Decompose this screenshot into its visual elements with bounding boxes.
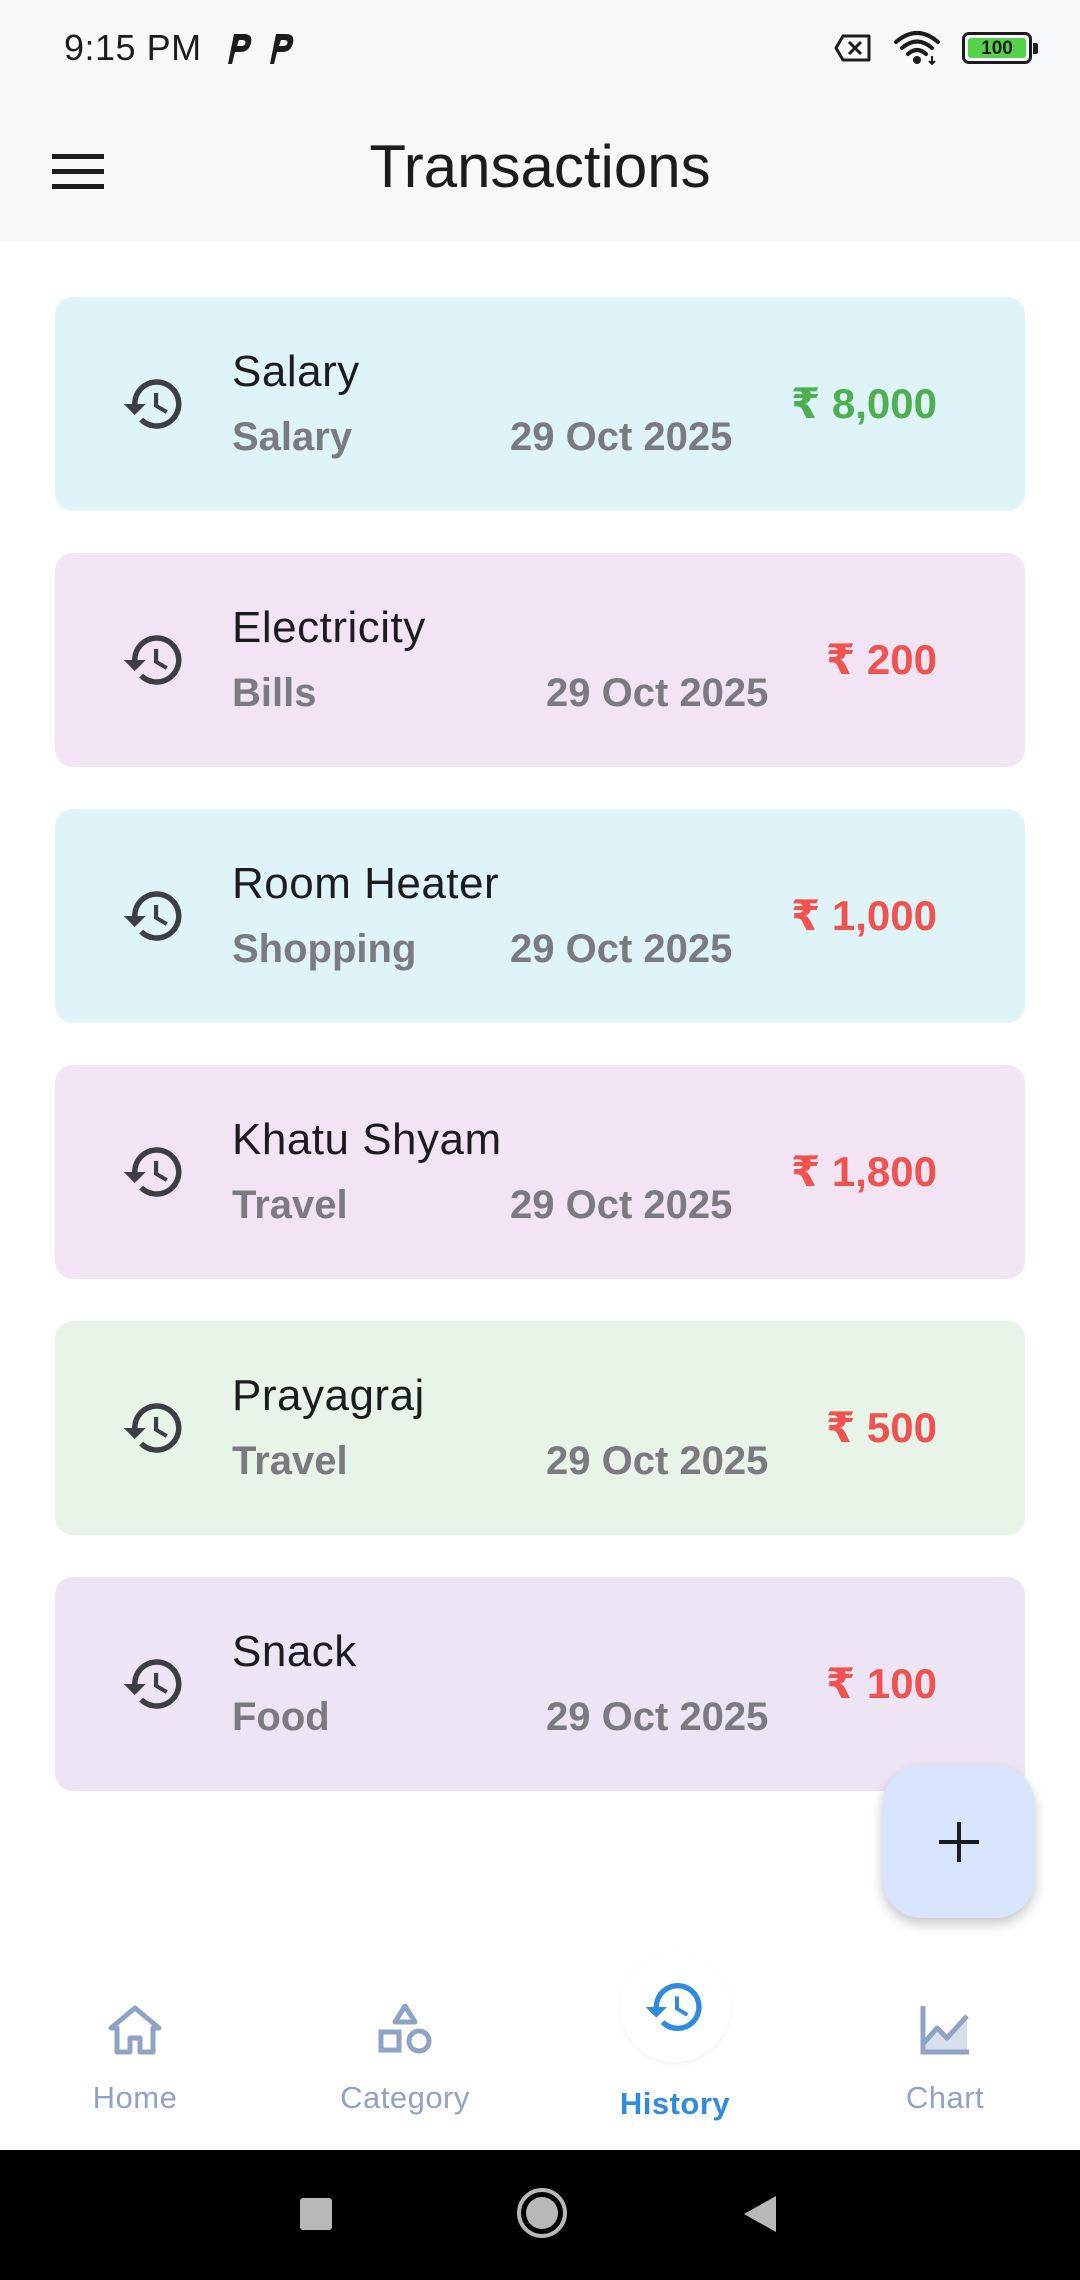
- transaction-category: Shopping: [232, 927, 417, 971]
- transaction-title: Snack: [232, 1627, 357, 1676]
- battery-level: 100: [968, 38, 1026, 58]
- history-icon: [123, 635, 182, 685]
- nav-category[interactable]: Category: [305, 1962, 505, 2150]
- transaction-amount: ₹ 200: [826, 636, 937, 683]
- transaction-card[interactable]: Room Heater Shopping 29 Oct 2025 ₹ 1,000: [55, 809, 1025, 1023]
- p-app-icon: [227, 34, 251, 64]
- nav-chart[interactable]: Chart: [845, 1962, 1045, 2150]
- status-bar: 9:15 PM 100: [0, 0, 1080, 96]
- p-app-icon: [269, 34, 293, 64]
- add-transaction-button[interactable]: [882, 1765, 1035, 1918]
- transaction-list: Salary Salary 29 Oct 2025 ₹ 8,000 Electr…: [55, 297, 1025, 1833]
- history-icon: [123, 1147, 182, 1197]
- history-icon: [123, 891, 182, 941]
- transaction-date: 29 Oct 2025: [510, 1183, 733, 1227]
- nav-category-label: Category: [340, 2080, 470, 2115]
- history-icon: [123, 1403, 182, 1453]
- transaction-card[interactable]: Prayagraj Travel 29 Oct 2025 ₹ 500: [55, 1321, 1025, 1535]
- transaction-amount: ₹ 500: [826, 1404, 937, 1451]
- nav-chart-label: Chart: [905, 2080, 985, 2115]
- transaction-category: Food: [232, 1695, 330, 1739]
- shapes-icon: [378, 2003, 432, 2054]
- transaction-card[interactable]: Salary Salary 29 Oct 2025 ₹ 8,000: [55, 297, 1025, 511]
- transaction-card[interactable]: Khatu Shyam Travel 29 Oct 2025 ₹ 1,800: [55, 1065, 1025, 1279]
- sim-off-icon: [834, 34, 871, 62]
- wifi-icon: [894, 31, 940, 66]
- plus-icon: [938, 1821, 979, 1862]
- nav-history-label: History: [619, 2086, 731, 2121]
- transaction-date: 29 Oct 2025: [546, 671, 769, 715]
- transaction-date: 29 Oct 2025: [546, 1695, 769, 1739]
- transaction-title: Salary: [232, 347, 360, 396]
- transaction-title: Electricity: [232, 603, 426, 652]
- back-button[interactable]: [742, 2194, 778, 2234]
- transaction-category: Bills: [232, 671, 317, 715]
- nav-home[interactable]: Home: [35, 1962, 235, 2150]
- status-time: 9:15 PM: [64, 27, 202, 68]
- transaction-category: Travel: [232, 1439, 348, 1483]
- transaction-category: Salary: [232, 415, 353, 459]
- chart-icon: [920, 2006, 969, 2055]
- transaction-title: Khatu Shyam: [232, 1115, 502, 1164]
- transaction-amount: ₹ 1,800: [791, 1148, 937, 1195]
- transaction-date: 29 Oct 2025: [510, 415, 733, 459]
- history-icon: [123, 1659, 182, 1709]
- transaction-amount: ₹ 8,000: [791, 380, 937, 427]
- home-icon: [108, 2005, 162, 2055]
- app-bar: Transactions: [0, 96, 1080, 242]
- transaction-date: 29 Oct 2025: [510, 927, 733, 971]
- battery-icon: 100: [962, 32, 1038, 64]
- home-system-button[interactable]: [515, 2186, 569, 2240]
- transaction-amount: ₹ 1,000: [791, 892, 937, 939]
- system-navigation-bar: [0, 2150, 1080, 2280]
- history-icon: [123, 379, 182, 429]
- nav-history[interactable]: History: [575, 1962, 775, 2150]
- transaction-card[interactable]: Snack Food 29 Oct 2025 ₹ 100: [55, 1577, 1025, 1791]
- transaction-amount: ₹ 100: [826, 1660, 937, 1707]
- transaction-title: Prayagraj: [232, 1371, 425, 1420]
- bottom-navigation: Home Category History Chart: [0, 1952, 1080, 2150]
- transaction-card[interactable]: Electricity Bills 29 Oct 2025 ₹ 200: [55, 553, 1025, 767]
- transaction-category: Travel: [232, 1183, 348, 1227]
- recents-button[interactable]: [298, 2196, 334, 2232]
- transaction-title: Room Heater: [232, 859, 500, 908]
- nav-home-label: Home: [92, 2080, 178, 2115]
- page-title: Transactions: [369, 133, 711, 200]
- transaction-date: 29 Oct 2025: [546, 1439, 769, 1483]
